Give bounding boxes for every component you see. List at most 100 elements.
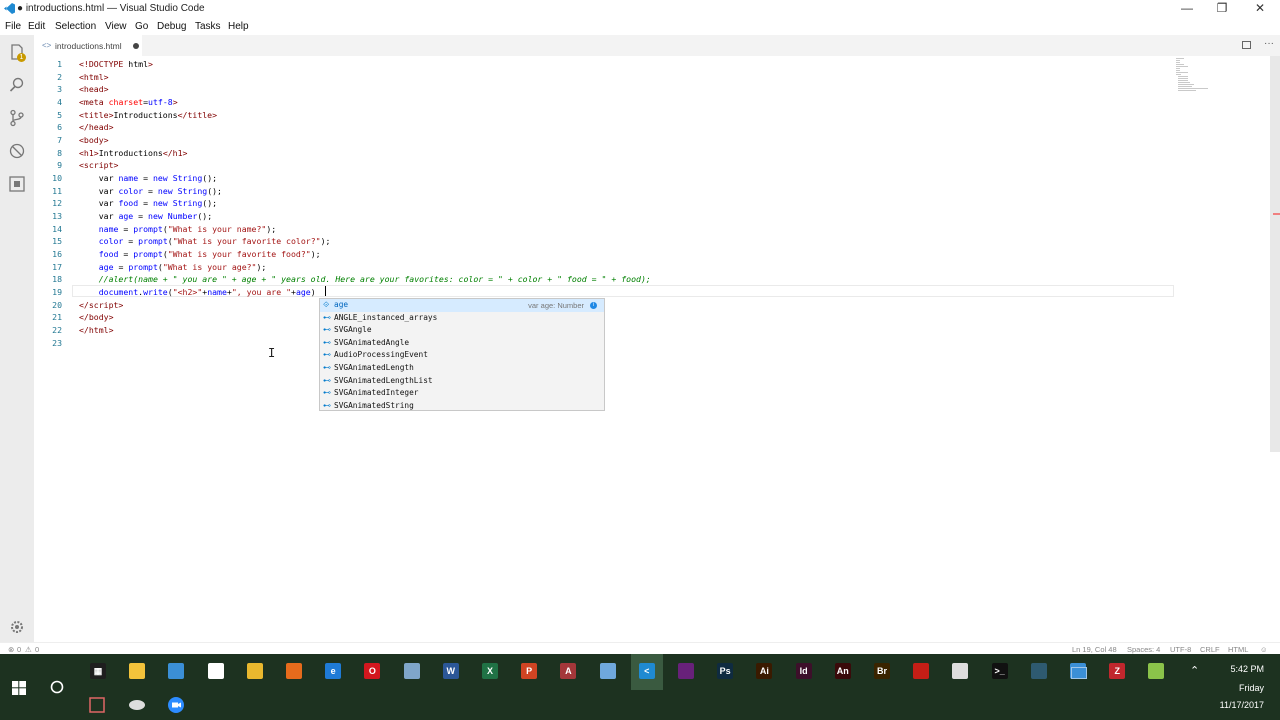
split-editor-icon[interactable] [1242, 41, 1251, 49]
suggestion-item[interactable]: ⊷ SVGAnimatedInteger [320, 387, 604, 400]
minimize-button[interactable]: — [1172, 1, 1202, 15]
paint-icon[interactable] [599, 663, 616, 679]
line-number: 9 [57, 160, 62, 170]
autocomplete-suggestions[interactable]: ⟐ age var age: Number i ⊷ ANGLE_instanced… [319, 298, 605, 411]
error-count[interactable]: 0 [17, 645, 21, 654]
calculator-icon[interactable]: ▦ [90, 663, 106, 679]
powerpoint-icon[interactable]: P [521, 663, 538, 679]
windows-start-icon[interactable] [12, 681, 26, 695]
brackets-icon[interactable] [1030, 663, 1047, 679]
menu-view[interactable]: View [105, 21, 127, 32]
code-line: <!DOCTYPE html> [79, 59, 153, 69]
line-number: 16 [52, 249, 62, 259]
line-number: 5 [57, 110, 62, 120]
error-icon[interactable]: ⊗ [8, 645, 14, 654]
code-line: food = prompt("What is your favorite foo… [98, 249, 321, 259]
excel-icon[interactable]: X [482, 663, 498, 679]
file-explorer-icon[interactable] [129, 663, 146, 679]
visual-studio-icon[interactable] [678, 663, 694, 679]
suggestion-item[interactable]: ⊷ AudioProcessingEvent [320, 349, 604, 362]
menu-debug[interactable]: Debug [157, 21, 186, 32]
edge-glyph: e [330, 666, 336, 676]
suggestion-item[interactable]: ⊷ SVGAnimatedLengthList [320, 375, 604, 388]
clock-date[interactable]: 11/17/2017 [1220, 700, 1264, 710]
indesign-icon[interactable]: Id [795, 663, 812, 679]
menu-tasks[interactable]: Tasks [195, 21, 221, 32]
suggestion-item[interactable]: ⊷ SVGAnimatedString [320, 400, 604, 413]
access-icon[interactable]: A [560, 663, 577, 679]
restore-button[interactable]: ❐ [1207, 1, 1237, 15]
code-editor[interactable]: 1 2 3 4 5 6 7 8 9 10 11 12 13 14 15 16 17 18 19 20 21 22 23 <!… [34, 56, 1270, 642]
illustrator-icon[interactable]: Ai [756, 663, 773, 679]
filezilla-icon[interactable]: Z [1109, 663, 1126, 679]
firefox-icon[interactable] [286, 663, 302, 679]
terminal-icon[interactable]: >_ [991, 663, 1008, 679]
code-line: //alert(name + " you are " + age + " yea… [79, 274, 651, 284]
video-app-icon[interactable] [167, 696, 185, 714]
notepad-plus-icon[interactable] [1148, 663, 1165, 679]
code-line: </head> [79, 122, 114, 132]
source-control-icon[interactable] [8, 109, 26, 127]
editor-tabs: <> introductions.html ··· [34, 35, 1280, 56]
suggestion-item[interactable]: ⊷ ANGLE_instanced_arrays [320, 312, 604, 325]
word-icon[interactable]: W [442, 663, 459, 679]
code-line: age = prompt("What is your age?"); [98, 262, 267, 272]
suggestion-item[interactable]: ⊷ SVGAnimatedLength [320, 362, 604, 375]
cursor-position[interactable]: Ln 19, Col 48 [1072, 645, 1117, 654]
acrobat-icon[interactable] [913, 663, 930, 679]
minimap[interactable] [1176, 58, 1208, 92]
info-icon[interactable]: i [590, 302, 597, 309]
network-icon[interactable] [403, 663, 420, 679]
chrome-icon[interactable] [246, 663, 263, 679]
suggestion-item[interactable]: ⟐ age var age: Number i [320, 299, 604, 312]
mouse-ibeam-icon: I [268, 346, 276, 360]
search-icon[interactable] [8, 76, 26, 94]
opera-icon[interactable]: O [364, 663, 381, 679]
menu-file[interactable]: File [5, 21, 21, 32]
network-tool-icon[interactable] [952, 663, 969, 679]
terminal-glyph: >_ [994, 666, 1005, 676]
menu-help[interactable]: Help [228, 21, 249, 32]
pinned-app-icon[interactable] [128, 696, 146, 714]
warning-count[interactable]: 0 [35, 645, 39, 654]
tab-introductions-html[interactable]: <> introductions.html [34, 35, 142, 56]
more-actions-icon[interactable]: ··· [1264, 38, 1274, 49]
suggestion-item[interactable]: ⊷ SVGAngle [320, 324, 604, 337]
feedback-smiley-icon[interactable]: ☺ [1260, 645, 1268, 654]
warning-icon[interactable]: ⚠ [25, 645, 32, 654]
debug-icon[interactable] [8, 142, 26, 160]
code-line: var age = new Number(); [79, 211, 213, 221]
suggestion-item[interactable]: ⊷ SVGAnimatedAngle [320, 337, 604, 350]
code-line: </script> [79, 300, 124, 310]
vscode-icon[interactable]: < [638, 663, 655, 679]
menu-selection[interactable]: Selection [55, 21, 96, 32]
property-icon: ⊷ [323, 363, 331, 372]
extensions-icon[interactable] [8, 175, 26, 193]
encoding[interactable]: UTF-8 [1170, 645, 1191, 654]
menu-go[interactable]: Go [135, 21, 148, 32]
pinned-app-icon[interactable] [88, 696, 106, 714]
photoshop-icon[interactable]: Ps [717, 663, 734, 679]
indentation[interactable]: Spaces: 4 [1127, 645, 1160, 654]
clock-day[interactable]: Friday [1239, 683, 1264, 693]
unsaved-dot-icon[interactable] [133, 43, 139, 49]
language-mode[interactable]: HTML [1228, 645, 1248, 654]
clock-time[interactable]: 5:42 PM [1230, 664, 1264, 674]
cortana-icon[interactable] [50, 680, 64, 694]
line-number: 18 [52, 274, 62, 284]
edge-icon[interactable]: e [325, 663, 342, 679]
vscode-logo-icon [4, 3, 15, 14]
show-hidden-icons-icon[interactable]: ⌃ [1190, 664, 1199, 677]
menu-edit[interactable]: Edit [28, 21, 45, 32]
settings-gear-icon[interactable] [8, 618, 26, 636]
line-ending[interactable]: CRLF [1200, 645, 1220, 654]
dropbox-icon[interactable] [207, 663, 224, 679]
bridge-icon[interactable]: Br [874, 663, 890, 679]
access-glyph: A [565, 666, 572, 676]
close-button[interactable]: ✕ [1245, 1, 1275, 15]
animate-icon[interactable]: An [834, 663, 851, 679]
vertical-scrollbar[interactable] [1270, 56, 1280, 452]
cloud-icon[interactable] [168, 663, 185, 679]
monitor-tray-icon[interactable] [1071, 667, 1087, 679]
indesign-glyph: Id [799, 666, 808, 676]
